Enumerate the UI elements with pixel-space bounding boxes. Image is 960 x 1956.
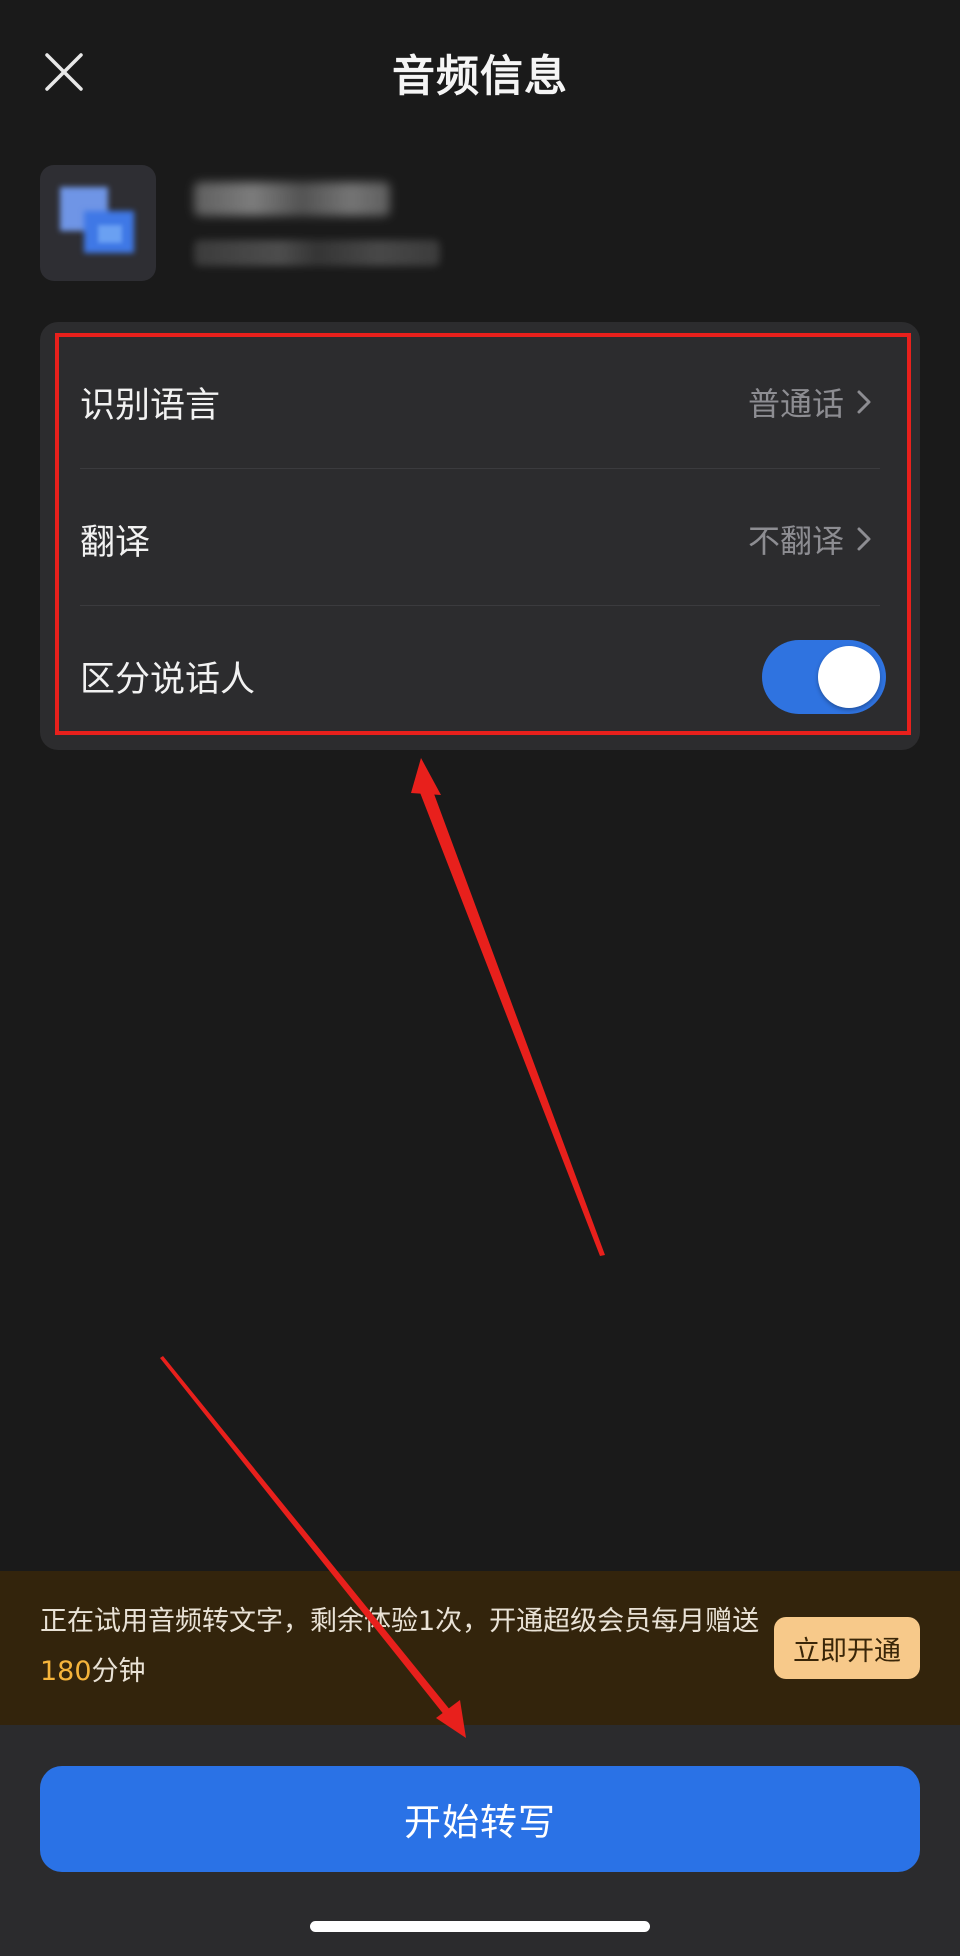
trial-minutes-highlight: 180 — [40, 1656, 92, 1687]
settings-card: 识别语言 普通话 翻译 不翻译 区分说话人 — [40, 322, 920, 750]
speaker-label: 区分说话人 — [80, 659, 256, 700]
page-title: 音频信息 — [392, 52, 568, 102]
speaker-toggle[interactable] — [762, 640, 886, 714]
file-meta-blurred — [194, 240, 440, 266]
settings-row-translate[interactable]: 翻译 不翻译 — [40, 471, 920, 607]
annotation-arrow-up — [414, 762, 605, 1256]
translate-value: 不翻译 — [748, 516, 872, 562]
header: 音频信息 — [0, 0, 960, 145]
open-membership-button[interactable]: 立即开通 — [774, 1617, 920, 1679]
language-label: 识别语言 — [80, 385, 221, 426]
row-divider — [80, 605, 880, 606]
settings-row-language[interactable]: 识别语言 普通话 — [40, 334, 920, 470]
translate-value-text: 不翻译 — [747, 522, 844, 560]
trial-banner: 正在试用音频转文字，剩余体验1次，开通超级会员每月赠送180分钟 立即开通 — [0, 1571, 960, 1725]
toggle-knob — [818, 646, 880, 708]
row-divider — [80, 468, 880, 469]
start-transcription-button[interactable]: 开始转写 — [40, 1766, 920, 1872]
language-value: 普通话 — [748, 379, 872, 425]
language-value-text: 普通话 — [747, 385, 844, 423]
settings-row-speaker: 区分说话人 — [40, 608, 920, 744]
trial-text: 正在试用音频转文字，剩余体验1次，开通超级会员每月赠送180分钟 — [40, 1606, 760, 1687]
chevron-right-icon — [856, 526, 872, 552]
home-indicator — [310, 1921, 650, 1932]
translate-label: 翻译 — [80, 522, 151, 563]
file-thumbnail — [40, 165, 156, 281]
chevron-right-icon — [856, 389, 872, 415]
file-name-blurred — [194, 182, 390, 216]
